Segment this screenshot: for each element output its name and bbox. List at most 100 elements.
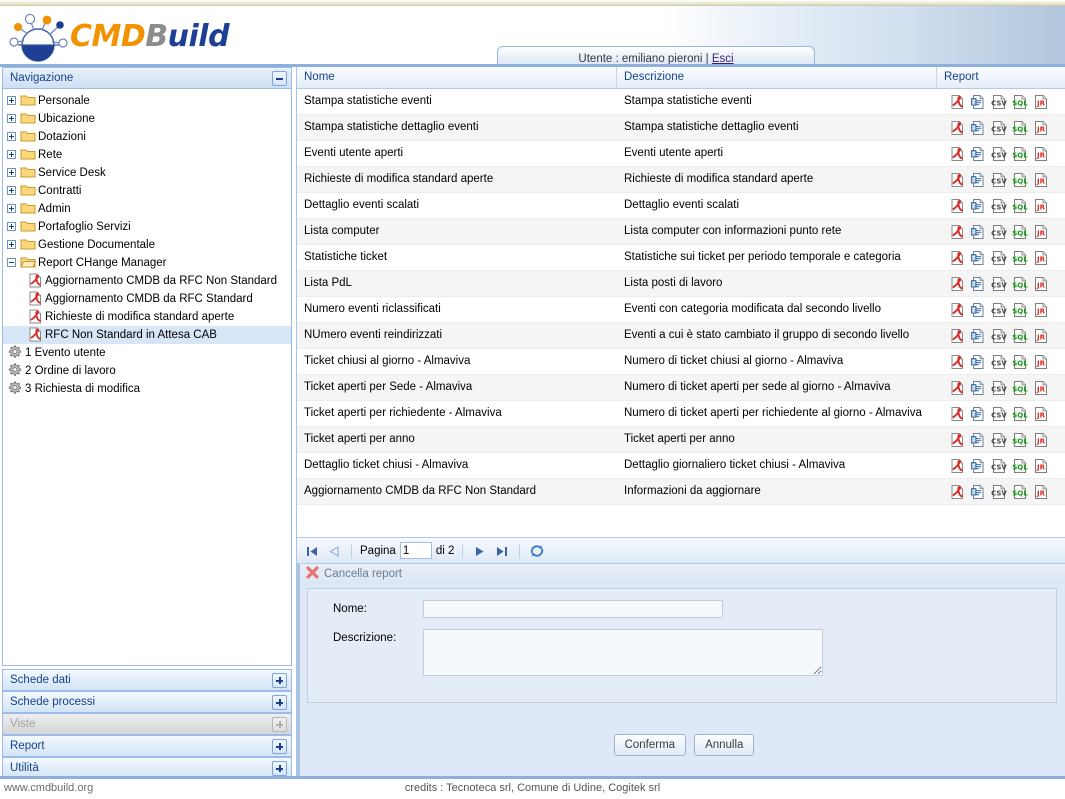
- csv-icon[interactable]: CSV: [991, 458, 1007, 474]
- collapse-panel-icon[interactable]: [272, 71, 287, 86]
- tree-item[interactable]: Service Desk: [3, 164, 291, 182]
- table-row[interactable]: Ticket aperti per anno Ticket aperti per …: [297, 427, 1065, 453]
- last-page-icon[interactable]: [493, 542, 511, 560]
- sql-icon[interactable]: SQL: [1012, 432, 1028, 448]
- rtf-icon[interactable]: [970, 94, 986, 110]
- csv-icon[interactable]: CSV: [991, 328, 1007, 344]
- csv-icon[interactable]: CSV: [991, 380, 1007, 396]
- tree-item[interactable]: Dotazioni: [3, 128, 291, 146]
- sql-icon[interactable]: SQL: [1012, 224, 1028, 240]
- sql-icon[interactable]: SQL: [1012, 458, 1028, 474]
- tree-item[interactable]: Gestione Documentale: [3, 236, 291, 254]
- tree-item[interactable]: Rete: [3, 146, 291, 164]
- csv-icon[interactable]: CSV: [991, 120, 1007, 136]
- tree-item[interactable]: Admin: [3, 200, 291, 218]
- csv-icon[interactable]: CSV: [991, 94, 1007, 110]
- csv-icon[interactable]: CSV: [991, 406, 1007, 422]
- tree-item[interactable]: Report CHange Manager: [3, 254, 291, 272]
- table-row[interactable]: Ticket chiusi al giorno - Almaviva Numero…: [297, 349, 1065, 375]
- sql-icon[interactable]: SQL: [1012, 302, 1028, 318]
- descrizione-textarea[interactable]: [423, 629, 823, 676]
- csv-icon[interactable]: CSV: [991, 302, 1007, 318]
- expand-node-icon[interactable]: [7, 96, 16, 105]
- column-header-descrizione[interactable]: Descrizione: [617, 67, 937, 88]
- pdf-icon[interactable]: [949, 380, 965, 396]
- jr-icon[interactable]: JR: [1033, 120, 1049, 136]
- sql-icon[interactable]: SQL: [1012, 94, 1028, 110]
- table-row[interactable]: Richieste di modifica standard aperte Ric…: [297, 167, 1065, 193]
- csv-icon[interactable]: CSV: [991, 250, 1007, 266]
- expand-plus-icon[interactable]: [272, 695, 287, 710]
- rtf-icon[interactable]: [970, 484, 986, 500]
- rtf-icon[interactable]: [970, 276, 986, 292]
- expand-node-icon[interactable]: [7, 168, 16, 177]
- expand-node-icon[interactable]: [7, 186, 16, 195]
- collapse-node-icon[interactable]: [7, 258, 16, 267]
- sql-icon[interactable]: SQL: [1012, 484, 1028, 500]
- sql-icon[interactable]: SQL: [1012, 406, 1028, 422]
- sql-icon[interactable]: SQL: [1012, 328, 1028, 344]
- sql-icon[interactable]: SQL: [1012, 354, 1028, 370]
- rtf-icon[interactable]: [970, 354, 986, 370]
- table-row[interactable]: Ticket aperti per Sede - Almaviva Numero …: [297, 375, 1065, 401]
- table-row[interactable]: Statistiche ticket Statistiche sui ticket…: [297, 245, 1065, 271]
- pdf-icon[interactable]: [949, 432, 965, 448]
- pdf-icon[interactable]: [949, 94, 965, 110]
- sidebar-item-schede-dati[interactable]: Schede dati: [2, 669, 292, 691]
- tree-item[interactable]: Richieste di modifica standard aperte: [3, 308, 291, 326]
- pdf-icon[interactable]: [949, 120, 965, 136]
- tree-item[interactable]: 2 Ordine di lavoro: [3, 362, 291, 380]
- jr-icon[interactable]: JR: [1033, 172, 1049, 188]
- jr-icon[interactable]: JR: [1033, 302, 1049, 318]
- jr-icon[interactable]: JR: [1033, 432, 1049, 448]
- csv-icon[interactable]: CSV: [991, 198, 1007, 214]
- jr-icon[interactable]: JR: [1033, 406, 1049, 422]
- csv-icon[interactable]: CSV: [991, 432, 1007, 448]
- table-row[interactable]: Eventi utente aperti Eventi utente aperti…: [297, 141, 1065, 167]
- sql-icon[interactable]: SQL: [1012, 146, 1028, 162]
- pdf-icon[interactable]: [949, 250, 965, 266]
- tree-item[interactable]: 1 Evento utente: [3, 344, 291, 362]
- rtf-icon[interactable]: [970, 380, 986, 396]
- rtf-icon[interactable]: [970, 224, 986, 240]
- rtf-icon[interactable]: [970, 172, 986, 188]
- column-header-report[interactable]: Report: [937, 67, 1065, 88]
- tree-item[interactable]: RFC Non Standard in Attesa CAB: [3, 326, 291, 344]
- rtf-icon[interactable]: [970, 302, 986, 318]
- pdf-icon[interactable]: [949, 484, 965, 500]
- pdf-icon[interactable]: [949, 172, 965, 188]
- pdf-icon[interactable]: [949, 406, 965, 422]
- csv-icon[interactable]: CSV: [991, 354, 1007, 370]
- pdf-icon[interactable]: [949, 302, 965, 318]
- rtf-icon[interactable]: [970, 198, 986, 214]
- csv-icon[interactable]: CSV: [991, 146, 1007, 162]
- first-page-icon[interactable]: [303, 542, 321, 560]
- jr-icon[interactable]: JR: [1033, 250, 1049, 266]
- expand-plus-icon[interactable]: [272, 739, 287, 754]
- jr-icon[interactable]: JR: [1033, 458, 1049, 474]
- annulla-button[interactable]: Annulla: [694, 734, 755, 756]
- table-row[interactable]: Lista PdL Lista posti di lavoro CSV SQL JR: [297, 271, 1065, 297]
- tree-item[interactable]: Contratti: [3, 182, 291, 200]
- sidebar-item-report[interactable]: Report: [2, 735, 292, 757]
- pdf-icon[interactable]: [949, 354, 965, 370]
- expand-node-icon[interactable]: [7, 132, 16, 141]
- expand-node-icon[interactable]: [7, 222, 16, 231]
- tree-item[interactable]: Aggiornamento CMDB da RFC Standard: [3, 290, 291, 308]
- jr-icon[interactable]: JR: [1033, 224, 1049, 240]
- rtf-icon[interactable]: [970, 432, 986, 448]
- jr-icon[interactable]: JR: [1033, 484, 1049, 500]
- sql-icon[interactable]: SQL: [1012, 250, 1028, 266]
- nome-input[interactable]: [423, 600, 723, 618]
- pdf-icon[interactable]: [949, 458, 965, 474]
- rtf-icon[interactable]: [970, 250, 986, 266]
- csv-icon[interactable]: CSV: [991, 276, 1007, 292]
- table-row[interactable]: Stampa statistiche dettaglio eventi Stamp…: [297, 115, 1065, 141]
- tree-item[interactable]: Ubicazione: [3, 110, 291, 128]
- tree-item[interactable]: Aggiornamento CMDB da RFC Non Standard: [3, 272, 291, 290]
- tree-item[interactable]: Personale: [3, 92, 291, 110]
- sql-icon[interactable]: SQL: [1012, 120, 1028, 136]
- table-row[interactable]: Aggiornamento CMDB da RFC Non Standard In…: [297, 479, 1065, 505]
- expand-node-icon[interactable]: [7, 114, 16, 123]
- sidebar-item-schede-processi[interactable]: Schede processi: [2, 691, 292, 713]
